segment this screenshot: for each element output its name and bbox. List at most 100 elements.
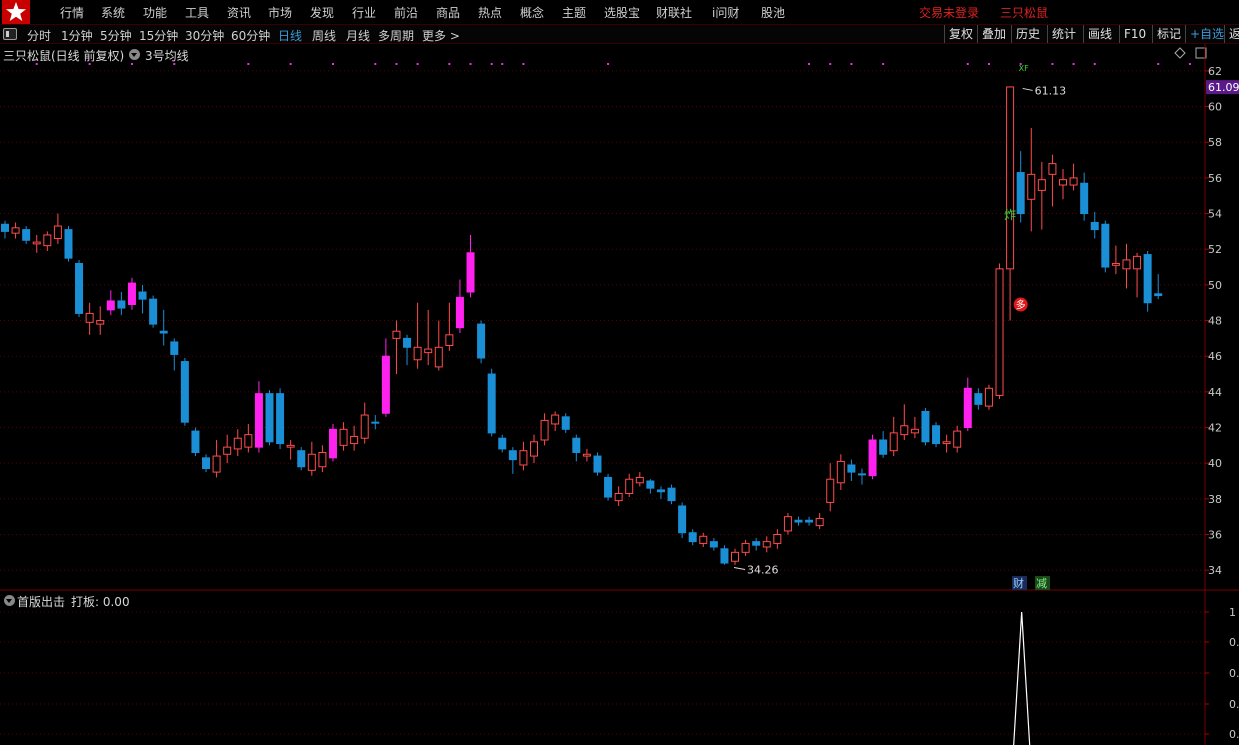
candle xyxy=(1080,172,1089,221)
ma-dropdown-icon[interactable] xyxy=(129,49,140,60)
menu-item-14[interactable]: 财联社 xyxy=(656,4,692,21)
period-tab-2[interactable]: 5分钟 xyxy=(100,27,132,44)
candle xyxy=(85,302,94,335)
y-tick-label: 48 xyxy=(1208,315,1222,328)
signal-dot xyxy=(850,63,853,65)
menu-item-8[interactable]: 前沿 xyxy=(394,4,418,21)
candle-body xyxy=(350,435,359,445)
period-tab-0[interactable]: 分时 xyxy=(27,27,51,44)
square-icon[interactable] xyxy=(1195,47,1207,59)
indicator-tick-label: 0. xyxy=(1229,636,1239,649)
menu-item-2[interactable]: 功能 xyxy=(143,4,167,21)
app-logo-star-icon[interactable] xyxy=(2,0,30,24)
candle xyxy=(1037,161,1046,230)
candle-body xyxy=(953,430,962,448)
candle xyxy=(995,263,1004,399)
menu-item-11[interactable]: 概念 xyxy=(520,4,544,21)
signal-dot xyxy=(607,63,610,65)
ma-label[interactable]: 3号均线 xyxy=(145,47,189,64)
candle-body xyxy=(413,346,422,361)
candle xyxy=(1154,274,1163,300)
candle-body xyxy=(392,330,401,339)
menu-item-9[interactable]: 商品 xyxy=(436,4,460,21)
candle-body xyxy=(138,291,147,300)
candlestick-chart[interactable]: 34 36 38 40 42 44 46 48 50 52 54 56 58 60 62 61.09 61.1… xyxy=(0,0,1239,745)
menu-item-5[interactable]: 市场 xyxy=(268,4,292,21)
candle xyxy=(847,459,856,482)
period-tab-4[interactable]: 30分钟 xyxy=(185,27,224,44)
period-tab-3[interactable]: 15分钟 xyxy=(139,27,178,44)
menu-item-6[interactable]: 发现 xyxy=(310,4,334,21)
toolbar-button-4[interactable]: 画线 xyxy=(1083,25,1116,43)
toolbar-button-7[interactable]: +自选 xyxy=(1185,25,1228,43)
indicator-name[interactable]: 首版出击 xyxy=(17,593,65,610)
period-tab-8[interactable]: 月线 xyxy=(346,27,370,44)
sidebar-toggle-icon[interactable] xyxy=(3,28,17,40)
toolbar-button-5[interactable]: F10 xyxy=(1119,25,1150,43)
candle xyxy=(498,434,507,453)
candle-body xyxy=(22,229,31,241)
menu-item-0[interactable]: 行情 xyxy=(60,4,84,21)
candle xyxy=(64,226,73,262)
candle-body xyxy=(688,532,697,543)
candle xyxy=(1133,252,1142,298)
login-status[interactable]: 交易未登录 xyxy=(919,4,979,21)
candle-body xyxy=(635,476,644,484)
y-tick-label: 40 xyxy=(1208,457,1222,470)
menu-item-1[interactable]: 系统 xyxy=(101,4,125,21)
menu-item-12[interactable]: 主题 xyxy=(562,4,586,21)
candle-body xyxy=(477,323,486,359)
signal-dot xyxy=(1188,63,1191,65)
candle-body xyxy=(551,414,560,425)
period-tab-1[interactable]: 1分钟 xyxy=(61,27,93,44)
candle xyxy=(244,423,253,453)
signal-zha-label: 炸 xyxy=(1004,208,1016,222)
candles xyxy=(1,86,1163,565)
candle xyxy=(1090,211,1099,239)
indicator-dropdown-icon[interactable] xyxy=(4,595,15,606)
menu-item-7[interactable]: 行业 xyxy=(352,4,376,21)
signal-dot xyxy=(522,63,525,65)
signal-dot xyxy=(469,63,472,65)
menu-item-16[interactable]: 股池 xyxy=(761,4,785,21)
candle-body xyxy=(1133,255,1142,270)
toolbar-button-0[interactable]: 复权 xyxy=(944,25,977,43)
period-tab-5[interactable]: 60分钟 xyxy=(231,27,270,44)
diamond-icon[interactable] xyxy=(1174,47,1186,59)
menu-item-3[interactable]: 工具 xyxy=(185,4,209,21)
period-tab-10[interactable]: 更多 > xyxy=(422,27,460,44)
candle xyxy=(910,416,919,439)
candle-body xyxy=(752,541,761,546)
toolbar-button-3[interactable]: 统计 xyxy=(1047,25,1080,43)
toolbar-button-1[interactable]: 叠加 xyxy=(977,25,1010,43)
menu-item-13[interactable]: 选股宝 xyxy=(604,4,640,21)
candle-body xyxy=(995,268,1004,396)
menu-item-4[interactable]: 资讯 xyxy=(227,4,251,21)
y-tick-label: 52 xyxy=(1208,243,1222,256)
candle-body xyxy=(1080,182,1089,215)
candle xyxy=(307,441,316,476)
toolbar-button-8[interactable]: 返 xyxy=(1224,25,1239,43)
menu-item-10[interactable]: 热点 xyxy=(478,4,502,21)
period-tab-7[interactable]: 周线 xyxy=(312,27,336,44)
toolbar-button-2[interactable]: 历史 xyxy=(1011,25,1044,43)
candle-body xyxy=(498,437,507,450)
candle-body xyxy=(1069,177,1078,186)
candle-body xyxy=(879,439,888,455)
candle xyxy=(138,284,147,314)
signal-duo-badge xyxy=(1013,297,1028,312)
period-tab-6[interactable]: 日线 xyxy=(278,27,302,44)
candle xyxy=(191,427,200,457)
signal-dot xyxy=(130,63,133,65)
period-tab-9[interactable]: 多周期 xyxy=(378,27,414,44)
candle-body xyxy=(53,225,62,240)
candle-body xyxy=(434,346,443,368)
grid-lines xyxy=(0,44,1239,745)
candle xyxy=(794,516,803,526)
candle xyxy=(868,434,877,480)
toolbar-button-6[interactable]: 标记 xyxy=(1152,25,1185,43)
candle xyxy=(403,334,412,366)
menu-item-15[interactable]: i问财 xyxy=(712,4,739,21)
signal-dot xyxy=(829,63,832,65)
candle xyxy=(455,279,464,334)
